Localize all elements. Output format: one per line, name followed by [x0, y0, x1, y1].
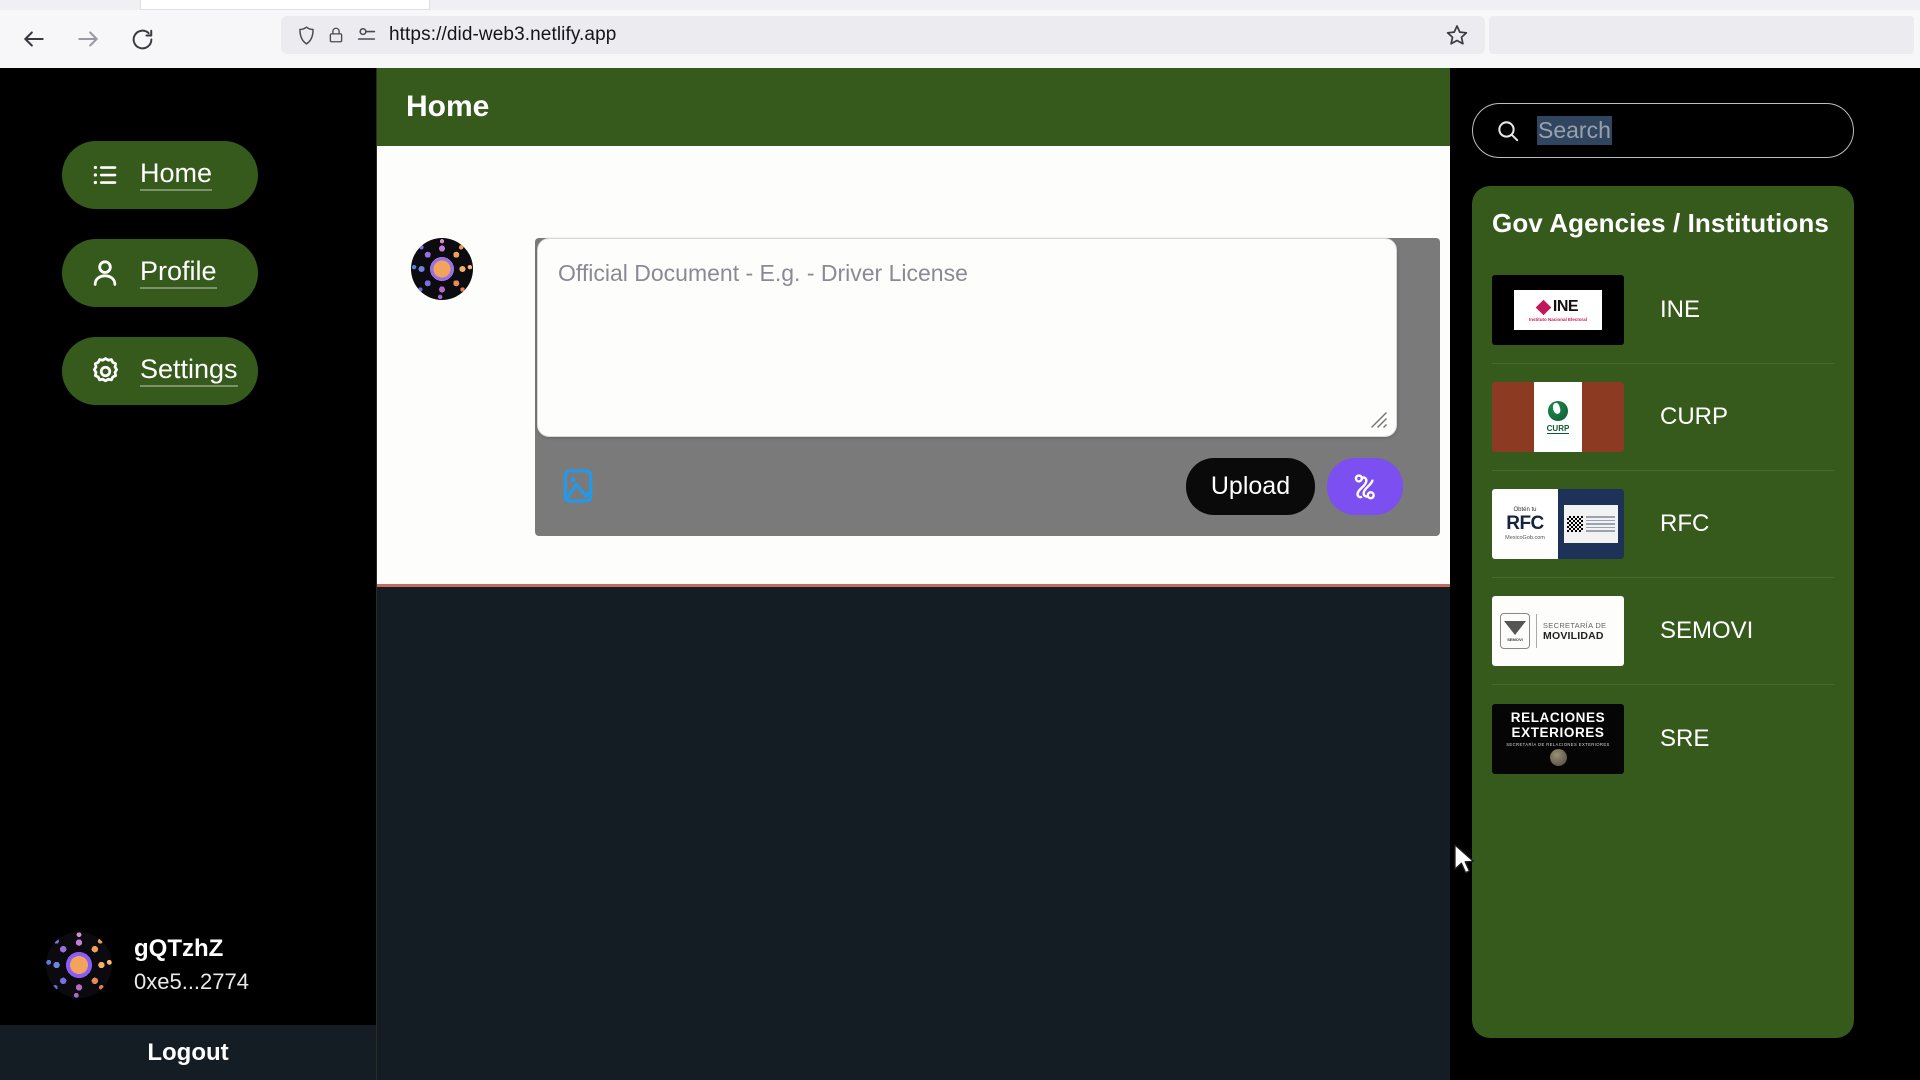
user-text: gQTzhZ 0xe5...2774 — [134, 934, 249, 996]
composer-section: Official Document - E.g. - Driver Licens… — [377, 146, 1450, 587]
tab-strip — [0, 0, 1920, 10]
agencies-panel: Gov Agencies / Institutions INE Institut… — [1472, 186, 1854, 1038]
main-header: Home — [377, 68, 1450, 146]
upload-label: Upload — [1210, 472, 1291, 500]
rfc-logo: Obtén tu RFC MexicoGob.com — [1492, 489, 1624, 559]
forward-arrow-icon — [78, 31, 98, 47]
agency-name: SEMOVI — [1660, 617, 1754, 644]
reload-button[interactable] — [120, 17, 164, 61]
resize-handle[interactable] — [1370, 411, 1388, 429]
sidebar-user-block[interactable]: gQTzhZ 0xe5...2774 — [46, 932, 249, 998]
rfc-logo-text: RFC — [1506, 513, 1544, 534]
agency-row-sre[interactable]: RELACIONES EXTERIORES SECRETARÍA DE RELA… — [1492, 685, 1834, 792]
mouse-cursor — [1454, 844, 1475, 874]
sidebar-nav: Home Profile Settings — [62, 141, 258, 435]
logout-button[interactable]: Logout — [0, 1025, 376, 1080]
agency-row-semovi[interactable]: SEMOVI SECRETARÍA DE MOVILIDAD SEMOVI — [1492, 578, 1834, 685]
sre-logo: RELACIONES EXTERIORES SECRETARÍA DE RELA… — [1492, 703, 1624, 774]
left-sidebar: Home Profile Settings gQTzhZ 0xe5...2774… — [0, 68, 377, 1080]
sidebar-item-settings[interactable]: Settings — [62, 337, 258, 405]
sre-logo-subtext: EXTERIORES — [1511, 724, 1605, 740]
chrome-right-strip — [1489, 16, 1914, 54]
back-arrow-icon — [24, 31, 44, 47]
composer-card: Official Document - E.g. - Driver Licens… — [535, 238, 1440, 536]
agencies-panel-title: Gov Agencies / Institutions — [1492, 208, 1829, 238]
rfc-logo-footer: MexicoGob.com — [1505, 535, 1545, 541]
composer-row: Official Document - E.g. - Driver Licens… — [411, 238, 1440, 536]
composer-footer: Upload — [535, 437, 1440, 536]
permissions-icon[interactable] — [351, 21, 381, 49]
page-title: Home — [406, 90, 490, 123]
bookmark-button[interactable] — [1437, 16, 1477, 54]
main-content: Home Official Document - E.g. - Driver L… — [377, 68, 1450, 1080]
search-icon — [1495, 118, 1521, 144]
ine-logo: INE Instituto Nacional Electoral — [1492, 275, 1624, 345]
url-text: https://did-web3.netlify.app — [389, 24, 617, 45]
semovi-logo-subtext: MOVILIDAD — [1543, 629, 1604, 642]
curp-logo: CURP — [1492, 382, 1624, 452]
semovi-logo-footer: SEMOVI — [1507, 636, 1523, 642]
reload-icon — [132, 29, 152, 49]
right-sidebar: Search Gov Agencies / Institutions INE I… — [1450, 68, 1920, 1080]
gear-icon — [86, 352, 124, 390]
user-address: 0xe5...2774 — [134, 969, 249, 995]
agency-name: SRE — [1660, 724, 1710, 752]
image-attach-button[interactable] — [557, 465, 599, 507]
agency-row-rfc[interactable]: Obtén tu RFC MexicoGob.com RFC — [1492, 471, 1834, 578]
document-textarea[interactable]: Official Document - E.g. - Driver Licens… — [537, 238, 1397, 437]
back-button[interactable] — [12, 17, 56, 61]
logout-label: Logout — [147, 1038, 229, 1066]
list-icon — [86, 156, 124, 194]
sidebar-item-label: Profile — [140, 256, 217, 289]
star-icon — [1446, 25, 1468, 45]
browser-tab[interactable] — [140, 0, 430, 10]
sre-logo-footer: SECRETARÍA DE RELACIONES EXTERIORES — [1506, 741, 1610, 747]
shield-icon[interactable] — [291, 21, 321, 49]
agency-row-curp[interactable]: CURP CURP — [1492, 364, 1834, 471]
agency-name: RFC — [1660, 510, 1710, 537]
lock-icon[interactable] — [321, 21, 351, 49]
semovi-logo: SEMOVI SECRETARÍA DE MOVILIDAD — [1492, 596, 1624, 666]
upload-button[interactable]: Upload — [1186, 458, 1315, 515]
chain-submit-button[interactable] — [1327, 458, 1403, 515]
sidebar-item-label: Home — [140, 158, 213, 191]
sre-seal-icon — [1549, 748, 1567, 766]
avatar — [46, 932, 112, 998]
sidebar-item-label: Settings — [140, 354, 238, 387]
search-placeholder: Search — [1537, 116, 1612, 145]
curp-logo-text: CURP — [1546, 423, 1570, 434]
semovi-logo-text: SECRETARÍA DE — [1543, 620, 1607, 630]
user-icon — [86, 254, 124, 292]
sidebar-item-profile[interactable]: Profile — [62, 239, 258, 307]
ine-logo-subtext: Instituto Nacional Electoral — [1528, 317, 1587, 322]
user-name: gQTzhZ — [134, 935, 224, 963]
document-textarea-placeholder: Official Document - E.g. - Driver Licens… — [558, 260, 968, 286]
agency-row-ine[interactable]: INE Instituto Nacional Electoral INE — [1492, 257, 1834, 364]
url-bar[interactable]: https://did-web3.netlify.app — [281, 16, 1485, 54]
polygon-chain-icon — [1354, 473, 1375, 499]
browser-chrome: https://did-web3.netlify.app — [0, 0, 1920, 68]
avatar — [411, 238, 473, 300]
ine-logo-text: INE — [1552, 298, 1579, 315]
image-icon — [563, 469, 593, 503]
sre-logo-text: RELACIONES — [1510, 710, 1606, 726]
forward-button[interactable] — [66, 17, 110, 61]
search-input[interactable]: Search — [1472, 103, 1854, 158]
page-root: Home Profile Settings gQTzhZ 0xe5...2774… — [0, 68, 1920, 1080]
agency-name: CURP — [1660, 403, 1729, 430]
agency-name: INE — [1660, 296, 1701, 323]
sidebar-item-home[interactable]: Home — [62, 141, 258, 209]
